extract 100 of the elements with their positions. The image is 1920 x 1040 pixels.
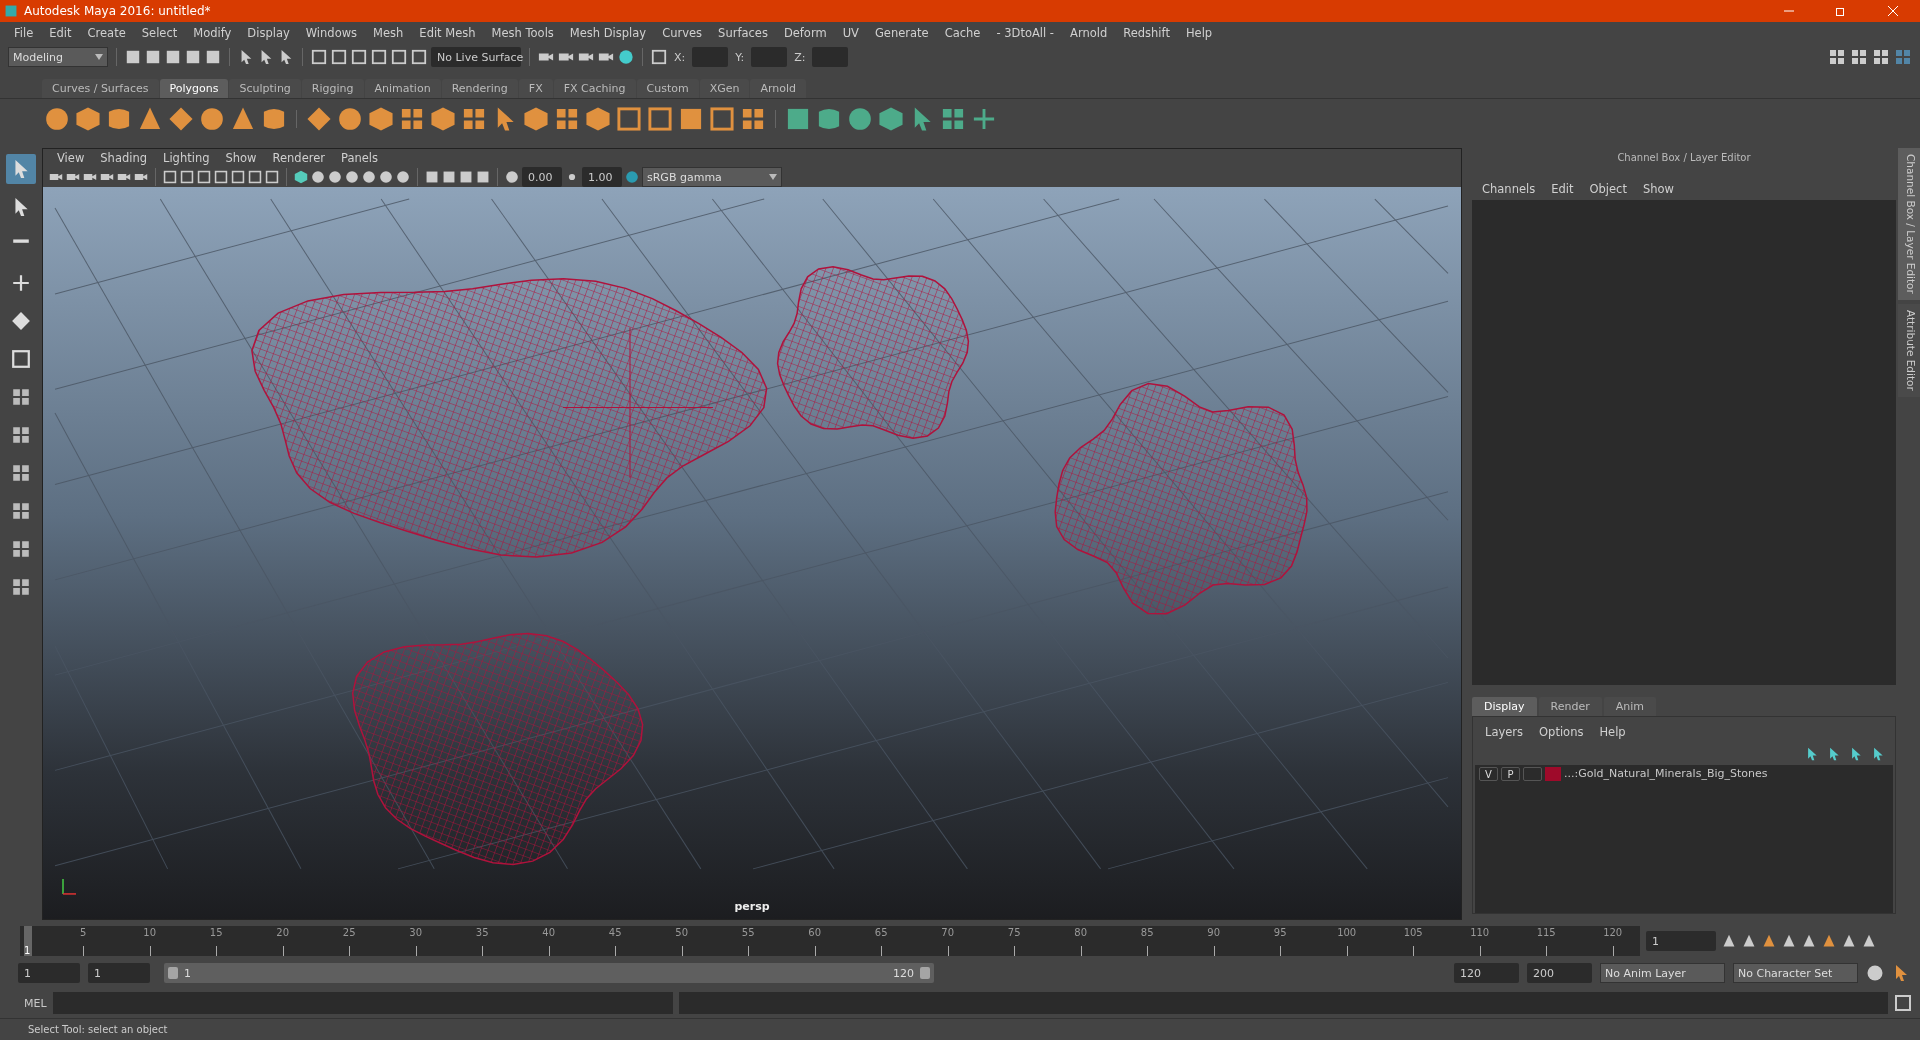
shading-icon[interactable] (362, 170, 376, 184)
menu-item[interactable]: Edit (1543, 182, 1582, 196)
menu-item[interactable]: Arnold (1062, 26, 1116, 40)
cube-icon[interactable] (430, 105, 456, 132)
menu-item[interactable]: Renderer (264, 151, 334, 165)
menu-item[interactable]: Mesh Tools (483, 26, 562, 40)
visibility-toggle[interactable]: V (1479, 767, 1498, 781)
type-toggle[interactable] (1523, 767, 1542, 781)
shelf-tab[interactable]: Sculpting (229, 79, 301, 98)
frame-icon[interactable] (709, 105, 735, 132)
sphere-icon[interactable] (337, 105, 363, 132)
restore-icon[interactable] (1836, 6, 1846, 16)
plane-icon[interactable] (168, 105, 194, 132)
menu-item[interactable]: File (6, 26, 42, 40)
layer-editor-tab[interactable]: Anim (1603, 697, 1656, 716)
shelf-tab[interactable]: Rigging (301, 79, 364, 98)
menu-item[interactable]: Options (1531, 725, 1592, 739)
color-space-dropdown[interactable]: sRGB gamma (642, 167, 782, 187)
exposure-field[interactable]: 0.00 (522, 167, 562, 187)
menu-item[interactable]: Curves (654, 26, 711, 40)
gamma-field[interactable]: 1.00 (582, 167, 622, 187)
command-input-field[interactable] (52, 992, 673, 1014)
shelf-tab[interactable]: XGen (699, 79, 750, 98)
menu-item[interactable]: - 3DtoAll - (988, 26, 1062, 40)
cube-icon[interactable] (585, 105, 611, 132)
panel-icon[interactable] (1828, 48, 1846, 66)
shading-icon[interactable] (294, 170, 308, 184)
cube-icon[interactable] (878, 105, 904, 132)
cube-icon[interactable] (75, 105, 101, 132)
display-icon[interactable] (231, 170, 245, 184)
menu-item[interactable]: Lighting (155, 151, 218, 165)
menu-item[interactable]: Modify (185, 26, 240, 40)
shelf-tab[interactable]: Custom (636, 79, 699, 98)
menu-item[interactable]: Show (217, 151, 265, 165)
menu-item[interactable]: Help (1591, 725, 1634, 739)
menu-item[interactable]: Object (1581, 182, 1635, 196)
character-set-dropdown[interactable]: No Character Set (1733, 963, 1858, 983)
shelf-tab[interactable]: Curves / Surfaces (42, 79, 159, 98)
menu-item[interactable]: Deform (775, 26, 835, 40)
display-icon[interactable] (163, 170, 177, 184)
shading-icon[interactable] (328, 170, 342, 184)
display-icon[interactable] (442, 170, 456, 184)
menu-item[interactable]: Select (133, 26, 186, 40)
slider-handle[interactable] (168, 967, 178, 979)
coordinate-field[interactable] (751, 47, 788, 67)
menu-item[interactable]: UV (834, 26, 867, 40)
menu-item[interactable]: Layers (1477, 725, 1532, 739)
aperture-icon[interactable] (505, 170, 519, 184)
playback-end-field[interactable]: 120 (1454, 963, 1519, 983)
sphere-icon[interactable] (44, 105, 70, 132)
shelf-tab[interactable]: FX Caching (553, 79, 636, 98)
layer-row[interactable]: V P ...:Gold_Natural_Minerals_Big_Stones (1475, 765, 1893, 913)
panel-icon[interactable] (1872, 48, 1890, 66)
layer-editor-tab[interactable]: Render (1538, 697, 1602, 716)
menu-item[interactable]: Edit (41, 26, 80, 40)
menu-item[interactable]: Surfaces (710, 26, 776, 40)
shelf-tab[interactable]: FX (518, 79, 553, 98)
shading-icon[interactable] (311, 170, 325, 184)
display-icon[interactable] (265, 170, 279, 184)
end-frame-field[interactable]: 200 (1527, 963, 1592, 983)
shelf-tab[interactable]: Animation (364, 79, 441, 98)
shading-icon[interactable] (396, 170, 410, 184)
layer-color-swatch[interactable] (1545, 767, 1561, 781)
side-tab[interactable]: Attribute Editor (1898, 303, 1920, 397)
display-icon[interactable] (197, 170, 211, 184)
display-icon[interactable] (476, 170, 490, 184)
menu-item[interactable]: Help (1177, 26, 1221, 40)
menu-item[interactable]: Redshift (1115, 26, 1178, 40)
coordinate-field[interactable] (812, 47, 849, 67)
menu-item[interactable]: Shading (92, 151, 155, 165)
shape-icon[interactable] (847, 105, 873, 132)
range-bar[interactable]: 1 120 (164, 963, 934, 983)
layer-editor-tab[interactable]: Display (1472, 697, 1537, 716)
menu-item[interactable]: Windows (297, 26, 366, 40)
playback-start-field[interactable]: 1 (88, 963, 150, 983)
shelf-tab[interactable]: Rendering (441, 79, 518, 98)
cube-icon[interactable] (368, 105, 394, 132)
anim-layer-dropdown[interactable]: No Anim Layer (1600, 963, 1725, 983)
menu-item[interactable]: Display (239, 26, 298, 40)
shading-icon[interactable] (379, 170, 393, 184)
workspace-dropdown[interactable]: Modeling (8, 47, 108, 67)
menu-item[interactable]: Cache (936, 26, 989, 40)
frame-icon[interactable] (647, 105, 673, 132)
side-tab[interactable]: Channel Box / Layer Editor (1898, 148, 1920, 300)
start-frame-field[interactable]: 1 (18, 963, 80, 983)
shading-icon[interactable] (345, 170, 359, 184)
coordinate-field[interactable] (692, 47, 729, 67)
shelf-tab[interactable]: Arnold (750, 79, 807, 98)
close-icon[interactable] (1888, 6, 1898, 16)
menu-item[interactable]: Generate (866, 26, 937, 40)
display-icon[interactable] (425, 170, 439, 184)
display-icon[interactable] (214, 170, 228, 184)
menu-item[interactable]: Channels (1474, 182, 1544, 196)
menu-item[interactable]: Panels (333, 151, 387, 165)
live-surface-field[interactable]: No Live Surface (431, 47, 521, 67)
menu-item[interactable]: Mesh (365, 26, 412, 40)
slider-handle[interactable] (920, 967, 930, 979)
menu-item[interactable]: Show (1634, 182, 1682, 196)
menu-item[interactable]: Edit Mesh (411, 26, 484, 40)
frame-icon[interactable] (616, 105, 642, 132)
